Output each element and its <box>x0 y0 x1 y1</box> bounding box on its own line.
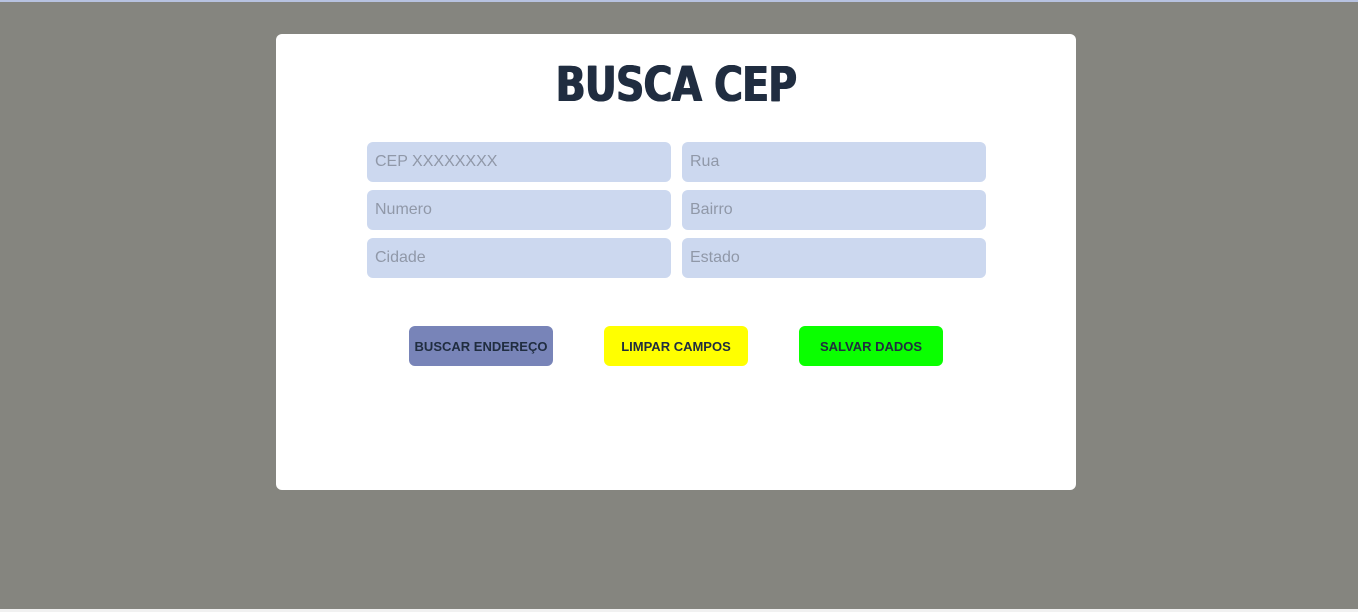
buscar-endereco-button[interactable]: BUSCAR ENDEREÇO <box>409 326 553 366</box>
rua-input[interactable] <box>682 142 986 182</box>
bairro-input[interactable] <box>682 190 986 230</box>
limpar-campos-button[interactable]: LIMPAR CAMPOS <box>604 326 748 366</box>
main-card: BUSCA CEP BUSCAR ENDEREÇO LIMPAR CAMPOS … <box>276 34 1076 490</box>
cep-input[interactable] <box>367 142 671 182</box>
cidade-input[interactable] <box>367 238 671 278</box>
page-title: BUSCA CEP <box>555 57 797 113</box>
action-buttons: BUSCAR ENDEREÇO LIMPAR CAMPOS SALVAR DAD… <box>276 326 1076 366</box>
salvar-dados-button[interactable]: SALVAR DADOS <box>799 326 943 366</box>
numero-input[interactable] <box>367 190 671 230</box>
estado-input[interactable] <box>682 238 986 278</box>
